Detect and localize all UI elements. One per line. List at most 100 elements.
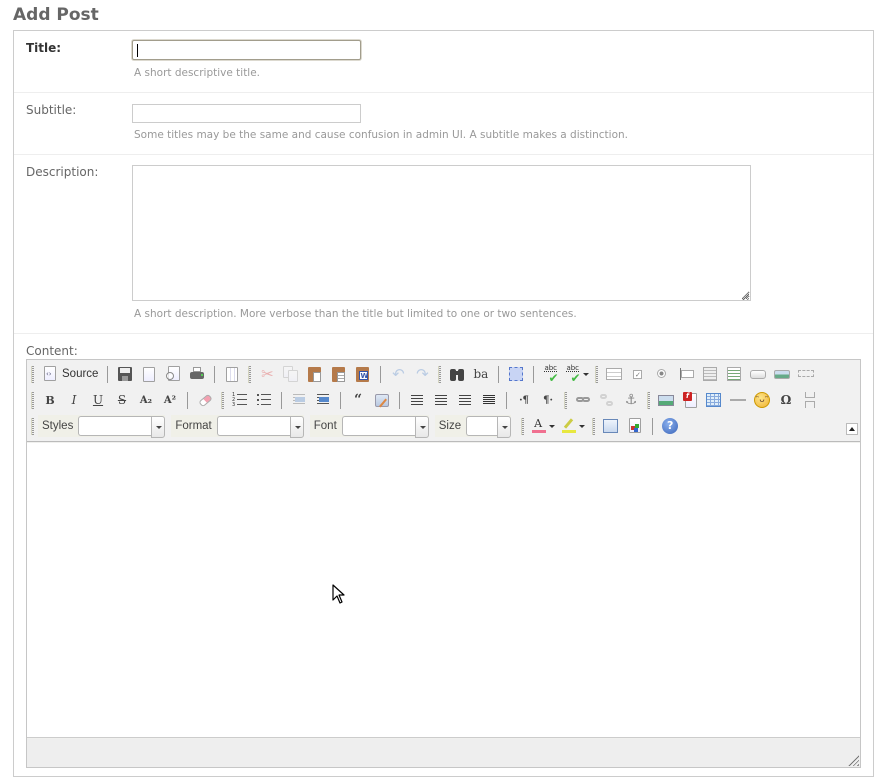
toolbar-grip[interactable] [521,417,525,435]
textarea-button[interactable] [698,364,722,384]
text-color-button[interactable]: A [528,416,558,436]
format-combo[interactable]: Format [171,415,304,438]
styles-value[interactable] [78,416,152,436]
templates-button[interactable] [220,364,244,384]
checkbox-button[interactable]: ✓ [626,364,650,384]
format-value[interactable] [216,416,290,436]
hidden-field-button[interactable] [794,364,818,384]
form-button[interactable] [602,364,626,384]
numbered-list-button[interactable]: 123 [228,390,252,410]
copy-button[interactable] [279,364,303,384]
image-button[interactable] [654,390,678,410]
bulleted-list-button[interactable] [252,390,276,410]
show-blocks-button[interactable] [623,416,647,436]
select-field-button[interactable] [722,364,746,384]
text-field-button[interactable] [674,364,698,384]
superscript-button[interactable]: A² [158,390,182,410]
toolbar-grip[interactable] [31,391,34,409]
strikethrough-button[interactable]: S [110,390,134,410]
subscript-button[interactable]: A₂ [134,390,158,410]
spellcheck-as-you-type-button[interactable]: abc ✔ [563,364,591,385]
align-center-button[interactable] [429,390,453,410]
source-button[interactable]: ‹› Source [38,364,102,384]
format-dropdown-arrow-icon[interactable] [289,416,304,438]
title-input[interactable] [132,40,361,60]
content-editable-area[interactable] [27,443,860,738]
font-dropdown-arrow-icon[interactable] [414,416,429,438]
link-button[interactable] [571,390,595,410]
underline-button[interactable]: U [86,390,110,410]
flash-button[interactable]: f [678,390,702,410]
anchor-button[interactable]: ⚓ [619,390,643,410]
outdent-button[interactable] [287,390,311,410]
print-button[interactable] [185,364,209,384]
maximize-button[interactable] [599,416,623,436]
styles-combo[interactable]: Styles [38,415,166,438]
ltr-icon: ·¶ [519,394,529,406]
redo-icon: ↷ [416,365,429,383]
find-button[interactable] [445,364,469,384]
collapse-toolbar-button[interactable] [846,423,858,435]
table-button[interactable] [702,390,726,410]
toolbar-grip[interactable] [31,365,34,383]
select-all-button[interactable] [504,364,528,384]
strikethrough-icon: S [117,393,127,407]
toolbar-separator [399,391,400,409]
bold-button[interactable]: B [38,390,62,410]
smiley-icon: ᵔᴗᵔ [754,392,770,408]
special-char-button[interactable]: Ω [774,390,798,410]
unlink-button[interactable] [595,390,619,410]
description-textarea[interactable] [132,165,751,301]
checkbox-icon: ✓ [633,370,643,379]
ltr-button[interactable]: ·¶ [512,390,536,410]
background-color-button[interactable] [558,416,588,436]
redo-button[interactable]: ↷ [410,364,434,384]
horizontal-rule-button[interactable] [726,390,750,410]
editor-status-bar [27,739,860,767]
toolbar-grip[interactable] [564,391,567,409]
rtl-button[interactable]: ¶· [536,390,560,410]
font-value[interactable] [341,416,415,436]
button-icon [750,366,767,382]
font-combo[interactable]: Font [309,415,429,438]
radio-button[interactable] [650,364,674,384]
about-button[interactable]: ? [658,416,682,436]
preview-button[interactable] [161,364,185,384]
maximize-icon [603,418,619,434]
size-combo[interactable]: Size [434,415,512,438]
indent-button[interactable] [311,390,335,410]
paste-button[interactable] [303,364,327,384]
styles-dropdown-arrow-icon[interactable] [151,416,166,438]
toolbar-grip[interactable] [438,365,442,383]
toolbar-grip[interactable] [647,391,650,409]
justify-button[interactable] [477,390,501,410]
paste-text-button[interactable] [327,364,351,384]
undo-button[interactable]: ↶ [386,364,410,384]
size-dropdown-arrow-icon[interactable] [497,416,512,438]
toolbar-grip[interactable] [592,417,596,435]
image-button-button[interactable] [770,364,794,384]
toolbar-grip[interactable] [595,365,599,383]
align-right-button[interactable] [453,390,477,410]
size-value[interactable] [466,416,498,436]
toolbar-grip[interactable] [248,365,252,383]
paste-word-button[interactable]: W [351,364,375,384]
new-page-button[interactable] [137,364,161,384]
blockquote-button[interactable]: “ [346,390,370,410]
subtitle-input[interactable] [132,104,361,123]
save-button[interactable] [113,364,137,384]
smiley-button[interactable]: ᵔᴗᵔ [750,390,774,410]
italic-button[interactable]: I [62,390,86,410]
cut-button[interactable]: ✂ [255,364,279,384]
toolbar-grip[interactable] [221,391,224,409]
replace-button[interactable]: ba [469,364,493,384]
toolbar-grip[interactable] [31,417,34,435]
button-button[interactable] [746,364,770,384]
remove-format-button[interactable] [193,390,217,410]
align-left-button[interactable] [405,390,429,410]
blockquote-icon: “ [353,392,363,408]
spellcheck-button[interactable]: abc ✔ [539,364,563,385]
editor-resize-handle[interactable] [848,755,859,766]
create-div-button[interactable] [370,390,394,410]
page-break-button[interactable] [798,390,822,410]
